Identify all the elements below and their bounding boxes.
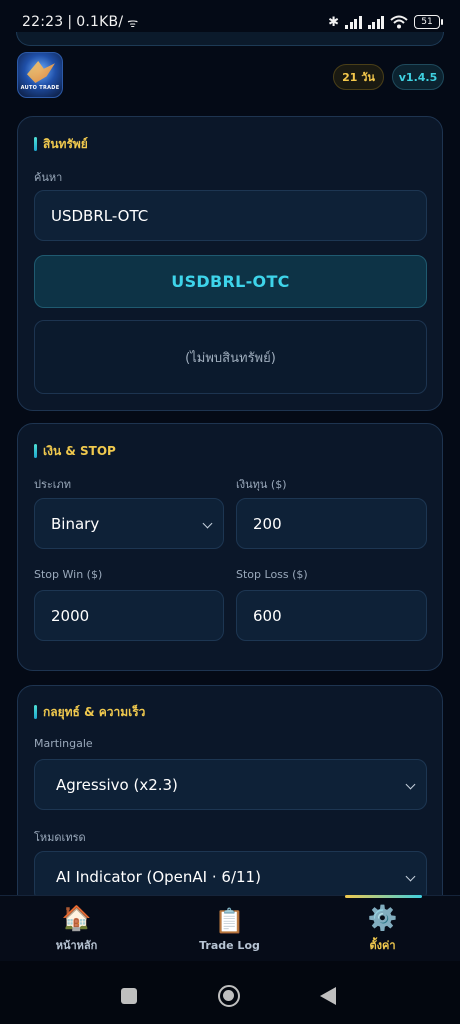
status-network-speed: 0.1KB/ [76,14,124,30]
nav-home[interactable]: 🏠 หน้าหลัก [0,896,153,962]
capital-input[interactable]: 200 [236,498,427,549]
type-label: ประเภท [34,478,72,491]
money-stop-card: เงิน & STOP ประเภท Binary เงินทุน ($) 20… [17,423,443,671]
asset-card: สินทรัพย์ ค้นหา USDBRL-OTC USDBRL-OTC (ไ… [17,116,443,411]
signal-icon [367,15,384,29]
wifi-question-icon: ᯤ [127,15,139,30]
chevron-down-icon [405,871,416,881]
app-logo: AUTO TRADE [17,52,63,98]
nav-trade-log[interactable]: 📋 Trade Log [153,896,306,962]
chevron-down-icon [405,779,416,789]
gear-icon: ⚙️ [367,904,398,932]
strategy-card-title: กลยุทธ์ & ความเร็ว [34,705,145,719]
asset-card-title: สินทรัพย์ [34,137,88,151]
nav-settings[interactable]: ⚙️ ตั้งค่า [306,896,459,962]
type-select[interactable]: Binary [34,498,224,549]
clipboard-icon: 📋 [214,906,245,935]
back-icon[interactable] [320,987,336,1005]
asset-results-empty: (ไม่พบสินทรัพย์) [34,320,427,394]
money-card-title: เงิน & STOP [34,444,116,458]
martingale-select[interactable]: Agressivo (x2.3) [34,759,427,810]
asset-search-input[interactable]: USDBRL-OTC [34,190,427,241]
system-nav-bar [0,961,460,1024]
days-remaining-badge: 21 วัน [333,64,384,90]
stop-win-label: Stop Win ($) [34,568,103,581]
selected-asset-button[interactable]: USDBRL-OTC [34,255,427,308]
battery-icon: 51 [414,15,443,29]
signal-icon [345,15,362,29]
status-time: 22:23 [22,14,64,30]
trade-mode-label: โหมดเทรด [34,831,86,844]
home-icon: 🏠 [61,904,92,932]
stop-loss-input[interactable]: 600 [236,590,427,641]
strategy-card: กลยุทธ์ & ความเร็ว Martingale Agressivo … [17,685,443,925]
recent-apps-icon[interactable] [121,988,137,1004]
wifi-icon [390,15,408,29]
martingale-label: Martingale [34,737,93,750]
stop-win-input[interactable]: 2000 [34,590,224,641]
version-badge: v1.4.5 [392,64,444,90]
capital-label: เงินทุน ($) [236,478,287,491]
app-header: AUTO TRADE 21 วัน v1.4.5 [0,50,460,102]
stop-loss-label: Stop Loss ($) [236,568,308,581]
collapsed-panel-edge [16,32,444,46]
home-circle-icon[interactable] [218,985,240,1007]
bottom-nav: 🏠 หน้าหลัก 📋 Trade Log ⚙️ ตั้งค่า [0,895,460,961]
search-label: ค้นหา [34,171,63,184]
bluetooth-icon: ✱ [328,14,339,30]
chevron-down-icon [202,518,213,528]
